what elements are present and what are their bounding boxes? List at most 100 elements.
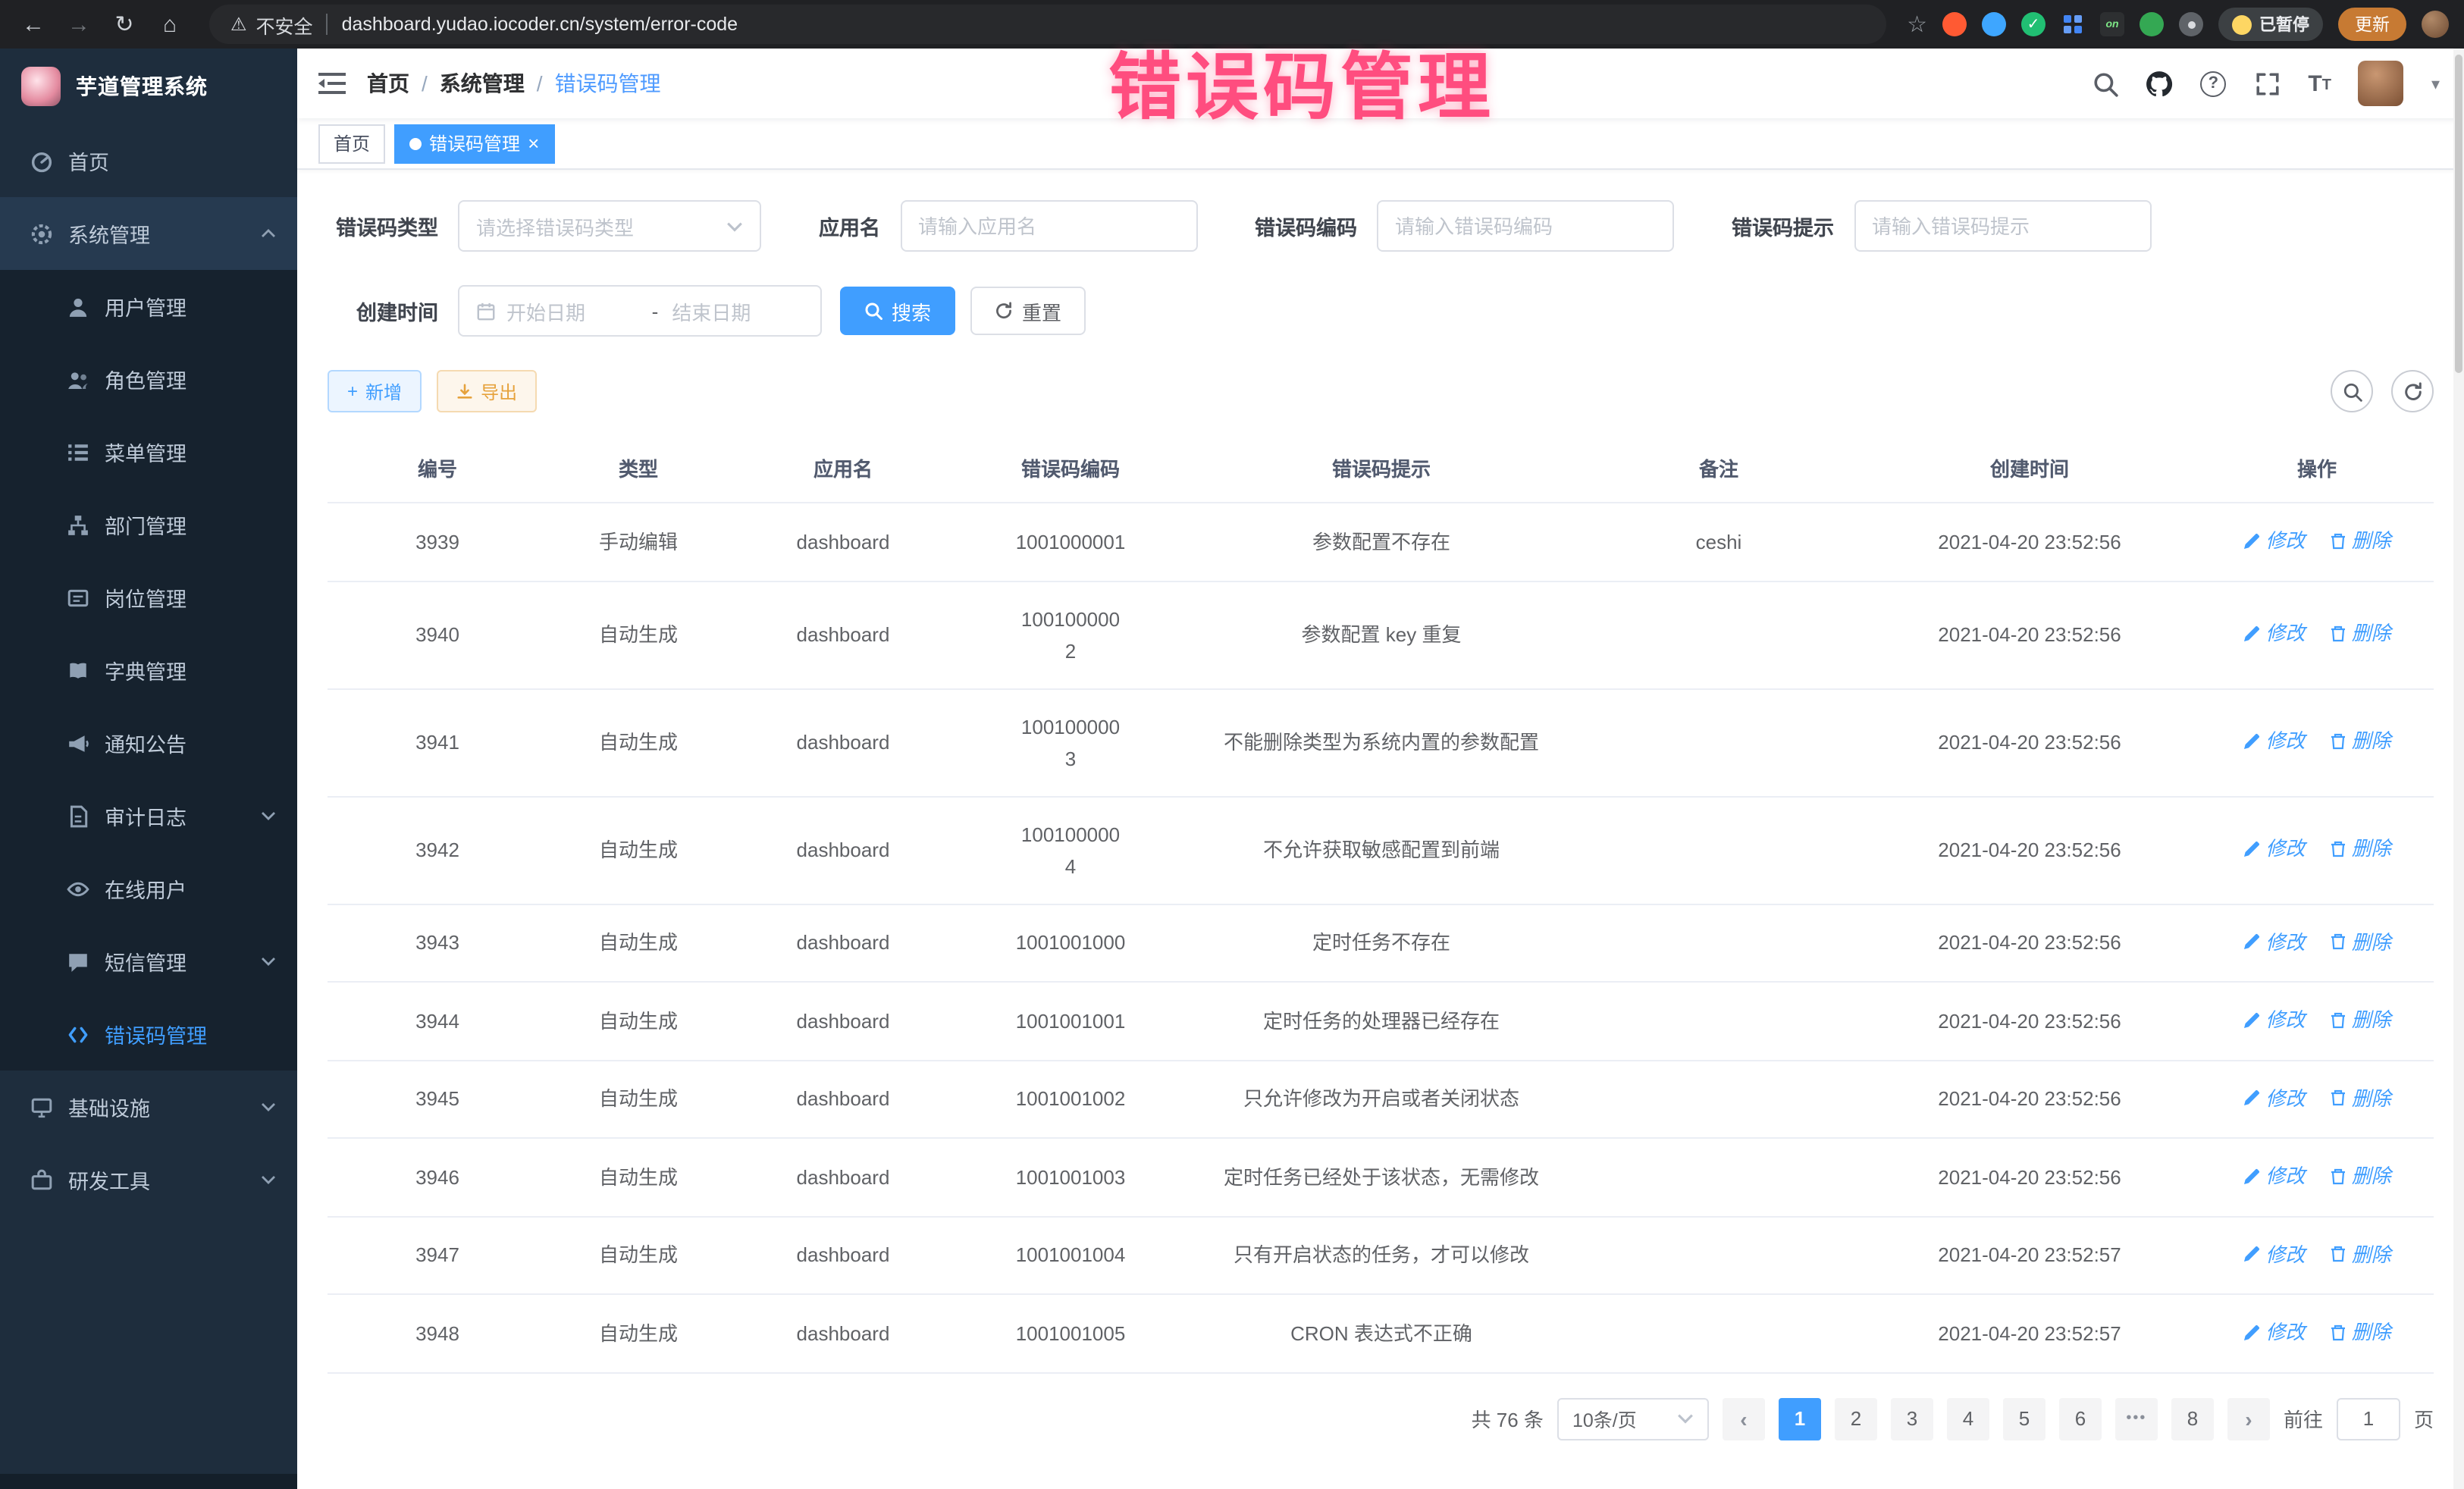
delete-label: 删除: [2352, 1004, 2391, 1036]
edit-button[interactable]: 修改: [2243, 1082, 2305, 1114]
edit-button[interactable]: 修改: [2243, 618, 2305, 650]
app-logo[interactable]: 芋道管理系统: [0, 49, 297, 124]
sidebar-item-role-management[interactable]: 角色管理: [0, 343, 297, 415]
extension-blue-icon[interactable]: [1982, 12, 2006, 36]
security-label[interactable]: 不安全: [256, 10, 313, 39]
edit-button[interactable]: 修改: [2243, 1238, 2305, 1270]
delete-button[interactable]: 删除: [2329, 1316, 2391, 1348]
delete-button[interactable]: 删除: [2329, 833, 2391, 865]
delete-button[interactable]: 删除: [2329, 525, 2391, 556]
extension-recorder-icon[interactable]: [1942, 12, 1967, 36]
sidebar-item-system-management[interactable]: 系统管理: [0, 197, 297, 270]
edit-button[interactable]: 修改: [2243, 1160, 2305, 1192]
toggle-search-button[interactable]: [2331, 370, 2373, 412]
sidebar-item-home[interactable]: 首页: [0, 124, 297, 197]
reload-icon[interactable]: ↻: [106, 6, 143, 42]
sidebar-item-audit-log[interactable]: 审计日志: [0, 779, 297, 852]
refresh-table-button[interactable]: [2391, 370, 2434, 412]
edit-button[interactable]: 修改: [2243, 1316, 2305, 1348]
bookmark-star-icon[interactable]: ☆: [1907, 11, 1927, 38]
tag-close-icon[interactable]: ×: [528, 133, 539, 153]
sidebar-item-notice-announcement[interactable]: 通知公告: [0, 707, 297, 779]
browser-profile-avatar[interactable]: [2422, 11, 2449, 38]
plus-icon: +: [347, 381, 358, 402]
sidebar-item-user-management[interactable]: 用户管理: [0, 270, 297, 343]
address-bar[interactable]: ⚠ 不安全 dashboard.yudao.iocoder.cn/system/…: [209, 5, 1886, 44]
page-button-2[interactable]: 2: [1835, 1397, 1877, 1440]
forward-icon[interactable]: →: [61, 6, 97, 42]
edit-button[interactable]: 修改: [2243, 926, 2305, 958]
sidebar-item-dev-tools[interactable]: 研发工具: [0, 1143, 297, 1216]
page-size-select[interactable]: 10条/页: [1557, 1397, 1709, 1440]
extension-grid-icon[interactable]: [2061, 12, 2085, 36]
goto-page-input[interactable]: [2337, 1397, 2400, 1440]
tag-home[interactable]: 首页: [318, 124, 385, 163]
sidebar-item-menu-management[interactable]: 菜单管理: [0, 415, 297, 488]
sidebar-toggle-icon[interactable]: [318, 71, 346, 96]
extension-on-badge-icon[interactable]: on: [2100, 12, 2124, 36]
scrollbar-thumb[interactable]: [2455, 55, 2462, 373]
breadcrumb-home[interactable]: 首页: [367, 68, 409, 99]
edit-button[interactable]: 修改: [2243, 833, 2305, 865]
extension-pin-icon[interactable]: [2179, 12, 2203, 36]
profile-paused-badge[interactable]: 已暂停: [2218, 8, 2323, 41]
prev-page-button[interactable]: ‹: [1723, 1397, 1765, 1440]
error-code-input[interactable]: [1395, 215, 1656, 237]
delete-button[interactable]: 删除: [2329, 1082, 2391, 1114]
more-pages-button[interactable]: •••: [2115, 1397, 2158, 1440]
reset-button[interactable]: 重置: [970, 287, 1086, 335]
back-icon[interactable]: ←: [15, 6, 52, 42]
github-icon[interactable]: [2146, 70, 2173, 97]
tag-error-code-management[interactable]: 错误码管理 ×: [394, 124, 554, 163]
sidebar-item-sms-management[interactable]: 短信管理: [0, 925, 297, 998]
page-button-4[interactable]: 4: [1947, 1397, 1989, 1440]
sidebar-item-online-users[interactable]: 在线用户: [0, 852, 297, 925]
page-scrollbar[interactable]: [2453, 49, 2464, 1489]
edit-button[interactable]: 修改: [2243, 726, 2305, 757]
sidebar-item-error-code-management[interactable]: 错误码管理: [0, 998, 297, 1071]
delete-button[interactable]: 删除: [2329, 1160, 2391, 1192]
fullscreen-icon[interactable]: [2253, 70, 2281, 97]
page-button-5[interactable]: 5: [2003, 1397, 2045, 1440]
delete-label: 删除: [2352, 525, 2391, 556]
delete-button[interactable]: 删除: [2329, 1004, 2391, 1036]
avatar-caret-icon[interactable]: ▾: [2431, 74, 2440, 93]
help-icon[interactable]: ?: [2200, 71, 2226, 96]
cell-type: 自动生成: [547, 1216, 729, 1294]
add-button[interactable]: + 新增: [328, 370, 422, 412]
delete-button[interactable]: 删除: [2329, 726, 2391, 757]
user-avatar[interactable]: [2359, 61, 2404, 106]
delete-button[interactable]: 删除: [2329, 618, 2391, 650]
page-button-1[interactable]: 1: [1779, 1397, 1821, 1440]
error-code-type-select[interactable]: 请选择错误码类型: [458, 200, 761, 252]
app-title: 芋道管理系统: [76, 71, 208, 102]
browser-home-icon[interactable]: ⌂: [152, 6, 188, 42]
sidebar-item-dictionary-management[interactable]: 字典管理: [0, 634, 297, 707]
extension-green-check-icon[interactable]: ✓: [2021, 12, 2045, 36]
font-size-icon[interactable]: TT: [2308, 72, 2331, 95]
edit-button[interactable]: 修改: [2243, 1004, 2305, 1036]
page-button-3[interactable]: 3: [1891, 1397, 1933, 1440]
extension-green-icon[interactable]: [2140, 12, 2164, 36]
error-hint-input[interactable]: [1872, 215, 2133, 237]
search-icon[interactable]: [2091, 70, 2118, 97]
delete-button[interactable]: 删除: [2329, 1238, 2391, 1270]
next-page-button[interactable]: ›: [2227, 1397, 2270, 1440]
edit-button[interactable]: 修改: [2243, 525, 2305, 556]
app-name-input[interactable]: [918, 215, 1179, 237]
breadcrumb-system-management[interactable]: 系统管理: [440, 68, 525, 99]
delete-button[interactable]: 删除: [2329, 926, 2391, 958]
delete-label: 删除: [2352, 1238, 2391, 1270]
sidebar-item-position-management[interactable]: 岗位管理: [0, 561, 297, 634]
export-button[interactable]: 导出: [437, 370, 537, 412]
sidebar-item-infrastructure[interactable]: 基础设施: [0, 1071, 297, 1143]
page-button-6[interactable]: 6: [2059, 1397, 2102, 1440]
chevron-down-icon: [261, 1175, 276, 1184]
url-text[interactable]: dashboard.yudao.iocoder.cn/system/error-…: [342, 14, 738, 35]
page-button-8[interactable]: 8: [2171, 1397, 2214, 1440]
browser-update-button[interactable]: 更新: [2338, 8, 2406, 41]
search-button[interactable]: 搜索: [840, 287, 955, 335]
sidebar-item-department-management[interactable]: 部门管理: [0, 488, 297, 561]
date-range-picker[interactable]: 开始日期 - 结束日期: [458, 285, 822, 337]
date-separator: -: [649, 299, 662, 322]
